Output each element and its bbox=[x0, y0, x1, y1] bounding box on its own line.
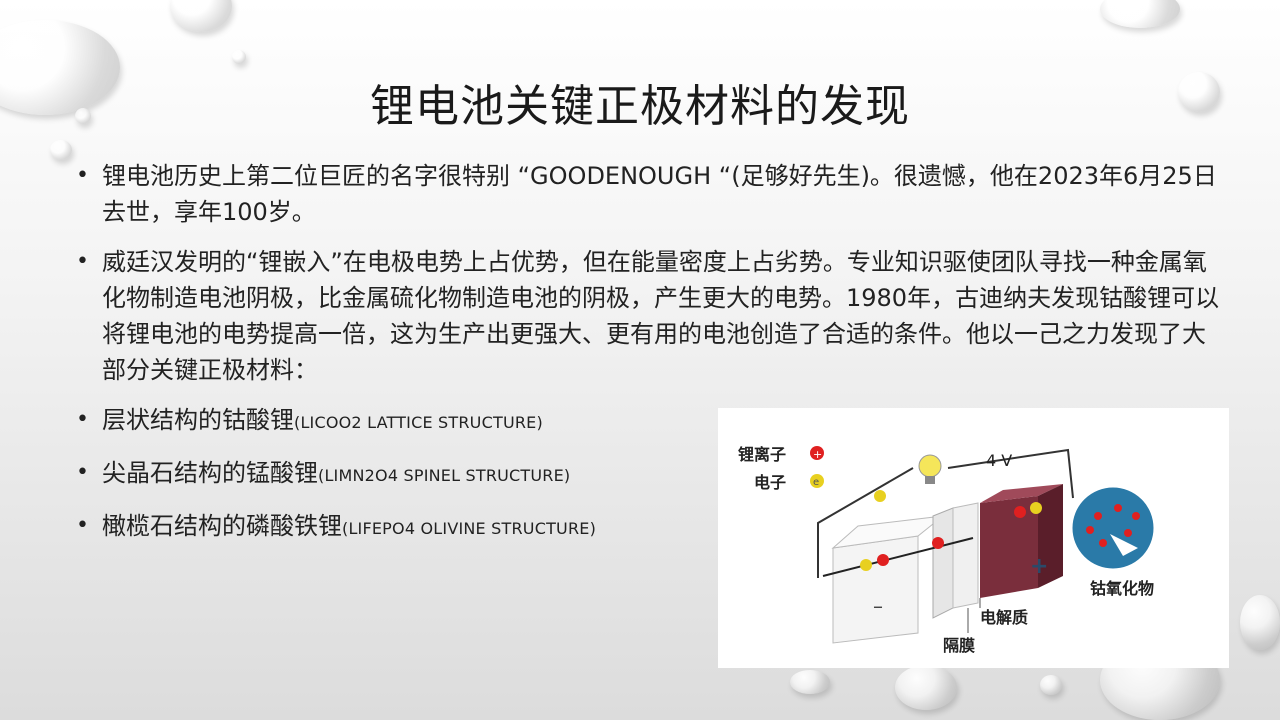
bullet-note: (LIMN2O4 SPINEL STRUCTURE) bbox=[318, 466, 571, 485]
bullet-text: 尖晶石结构的锰酸锂 bbox=[102, 459, 318, 487]
bulb-base bbox=[925, 476, 935, 484]
water-drop-decoration bbox=[1040, 675, 1062, 695]
electrolyte-region bbox=[952, 502, 979, 609]
slide-title: 锂电池关键正极材料的发现 bbox=[370, 81, 910, 132]
water-drop-decoration bbox=[50, 140, 72, 160]
light-bulb-icon bbox=[918, 454, 942, 478]
anode-minus-sign: – bbox=[873, 594, 883, 618]
water-drop-decoration bbox=[790, 670, 830, 694]
ion-symbol: + bbox=[813, 448, 822, 461]
legend-ion-label: 锂离子 bbox=[738, 445, 786, 464]
bullet-intercalation: 威廷汉发明的“锂嵌入”在电极电势上占优势，但在能量密度上占劣势。专业知识驱使团队… bbox=[72, 244, 1222, 388]
ion-particle bbox=[932, 537, 944, 549]
ion-particle bbox=[1132, 512, 1140, 520]
legend-electron-label: 电子 bbox=[754, 473, 786, 492]
electrolyte-label: 电解质 bbox=[980, 608, 1028, 627]
battery-diagram: 锂离子 + 电子 e 4 V – + 钴氧化物 电解质 隔膜 bbox=[718, 408, 1229, 668]
bullet-text: 锂电池历史上第二位巨匠的名字很特别 “GOODENOUGH “(足够好先生)。很… bbox=[102, 162, 1217, 226]
electron-particle bbox=[860, 559, 872, 571]
separator-label: 隔膜 bbox=[943, 636, 975, 655]
ion-particle bbox=[1086, 526, 1094, 534]
bullet-text: 层状结构的钴酸锂 bbox=[102, 406, 294, 434]
ion-particle bbox=[1114, 504, 1122, 512]
cobalt-oxide-label: 钴氧化物 bbox=[1090, 579, 1154, 598]
crystal-structure-zoom bbox=[1069, 484, 1157, 572]
ion-particle bbox=[1124, 529, 1132, 537]
battery-diagram-svg: 锂离子 + 电子 e 4 V – + 钴氧化物 电解质 隔膜 bbox=[738, 445, 1157, 655]
bullet-text: 橄榄石结构的磷酸铁锂 bbox=[102, 512, 342, 540]
electron-particle bbox=[874, 490, 886, 502]
bullet-goodenough: 锂电池历史上第二位巨匠的名字很特别 “GOODENOUGH “(足够好先生)。很… bbox=[72, 158, 1222, 230]
anode-block bbox=[832, 535, 919, 644]
cathode-block bbox=[980, 496, 1038, 598]
water-drop-decoration bbox=[895, 665, 957, 710]
bullet-note: (LICOO2 LATTICE STRUCTURE) bbox=[294, 413, 543, 432]
separator-membrane bbox=[932, 507, 954, 619]
voltage-label: 4 V bbox=[986, 451, 1012, 470]
bullet-note: (LIFEPO4 OLIVINE STRUCTURE) bbox=[342, 519, 597, 538]
ion-particle bbox=[1014, 506, 1026, 518]
water-drop-decoration bbox=[232, 50, 246, 64]
bullet-text: 威廷汉发明的“锂嵌入”在电极电势上占优势，但在能量密度上占劣势。专业知识驱使团队… bbox=[102, 248, 1220, 384]
cathode-plus-sign: + bbox=[1030, 554, 1048, 579]
ion-particle bbox=[877, 554, 889, 566]
water-drop-decoration bbox=[170, 0, 232, 32]
ion-particle bbox=[1099, 539, 1107, 547]
water-drop-decoration bbox=[1100, 0, 1180, 28]
electron-symbol: e bbox=[813, 477, 819, 488]
water-drop-decoration bbox=[1240, 595, 1280, 650]
electron-particle bbox=[1030, 502, 1042, 514]
ion-particle bbox=[1094, 512, 1102, 520]
